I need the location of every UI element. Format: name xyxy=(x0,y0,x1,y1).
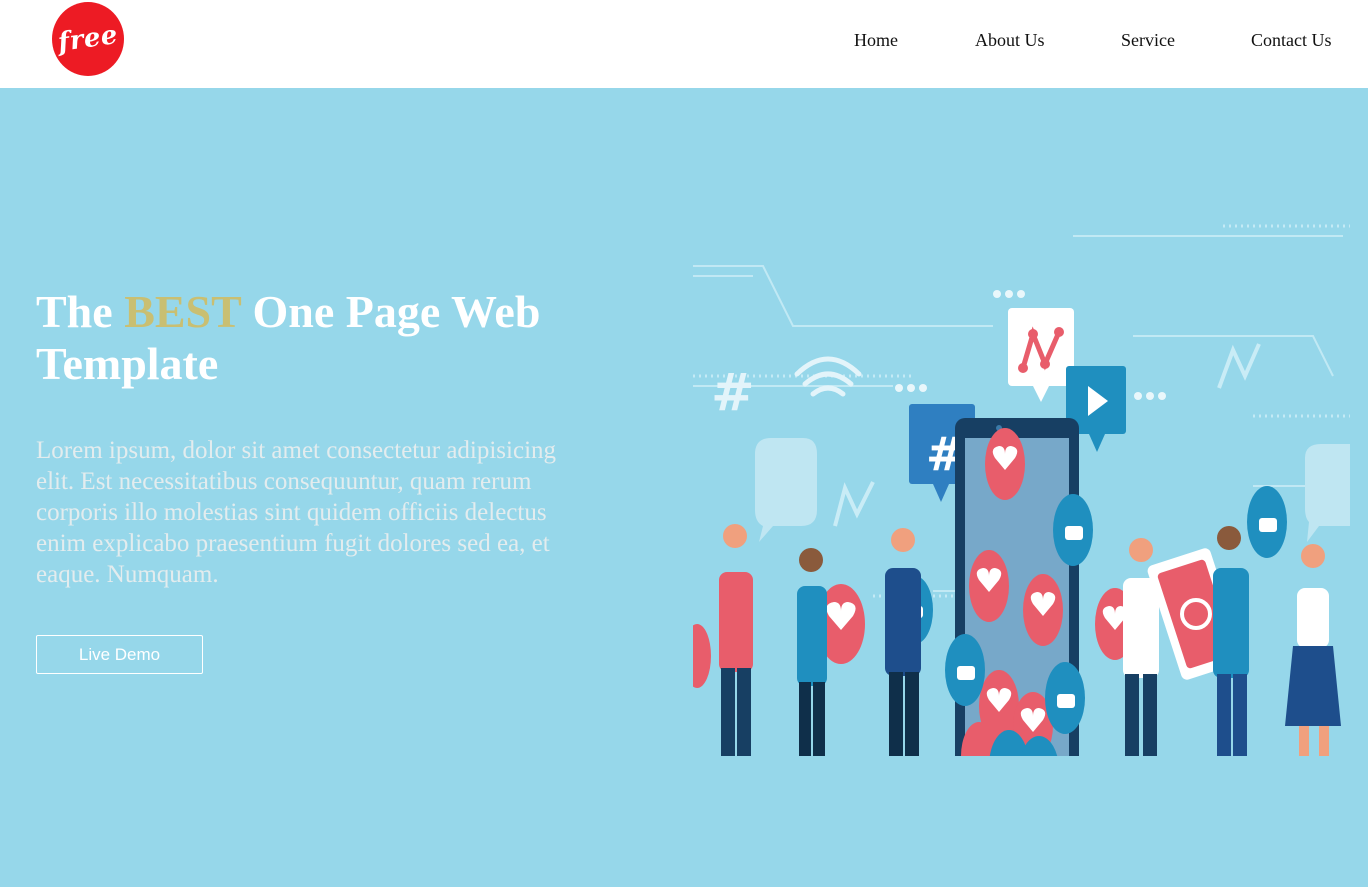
live-demo-button[interactable]: Live Demo xyxy=(36,635,203,674)
brand-logo[interactable]: free xyxy=(52,2,124,76)
hero-title: The BEST One Page Web Template xyxy=(36,286,541,389)
brand-logo-text: free xyxy=(56,19,120,59)
nav-service[interactable]: Service xyxy=(1121,30,1175,51)
hashtag-icon: # xyxy=(711,363,755,423)
nav-home[interactable]: Home xyxy=(854,30,898,51)
hero-title-highlight: BEST xyxy=(124,286,241,337)
nav-contact-us[interactable]: Contact Us xyxy=(1251,30,1332,51)
svg-text:#: # xyxy=(711,363,755,423)
site-header: free Home About Us Service Contact Us xyxy=(0,0,1368,88)
social-media-illustration: # # xyxy=(693,224,1350,756)
chart-bubble-icon xyxy=(1008,308,1074,402)
nav-about-us[interactable]: About Us xyxy=(975,30,1045,51)
hero-section: The BEST One Page Web Template Lorem ips… xyxy=(0,88,1368,887)
hero-description: Lorem ipsum, dolor sit amet consectetur … xyxy=(36,437,557,588)
